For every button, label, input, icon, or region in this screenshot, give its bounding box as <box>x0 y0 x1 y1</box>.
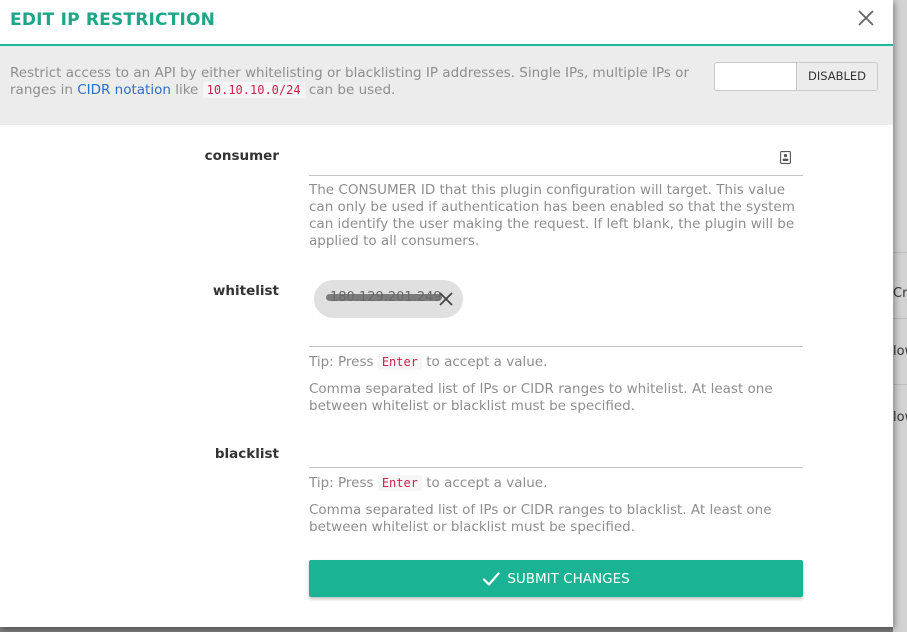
bg-divider <box>893 384 907 385</box>
blacklist-label: blacklist <box>214 446 279 462</box>
close-icon <box>858 10 874 26</box>
enter-key: Enter <box>377 354 422 370</box>
submit-changes-button[interactable]: SUBMIT CHANGES <box>309 560 803 597</box>
plugin-description-band: Restrict access to an API by either whit… <box>0 46 893 125</box>
bg-text-fragment: Cre <box>893 286 907 301</box>
check-icon <box>483 571 500 586</box>
cidr-notation-link[interactable]: CIDR notation <box>77 82 171 98</box>
tip-text: Tip: Press <box>309 354 378 370</box>
description-text: like <box>170 82 203 98</box>
blacklist-help-text: Comma separated list of IPs or CIDR rang… <box>309 502 772 535</box>
consumer-label: consumer <box>204 148 279 164</box>
tip-text: to accept a value. <box>421 354 548 370</box>
whitelist-tip: Tip: Press Enter to accept a value. <box>309 354 803 371</box>
tip-text: Tip: Press <box>309 475 378 491</box>
plugin-description: Restrict access to an API by either whit… <box>10 65 710 99</box>
edit-ip-restriction-modal: EDIT IP RESTRICTION Restrict access to a… <box>0 0 893 627</box>
bg-text-fragment: low <box>893 344 907 359</box>
bg-text-fragment: low <box>893 410 907 425</box>
whitelist-label: whitelist <box>212 283 279 299</box>
blacklist-tip: Tip: Press Enter to accept a value. <box>309 475 803 492</box>
whitelist-help-text: Comma separated list of IPs or CIDR rang… <box>309 381 773 414</box>
submit-content: SUBMIT CHANGES <box>309 560 803 597</box>
blacklist-input[interactable] <box>309 436 803 468</box>
background-page: Cre low low <box>893 0 907 632</box>
enabled-toggle[interactable]: DISABLED <box>714 62 878 91</box>
cidr-example-code: 10.10.10.0/24 <box>202 82 305 98</box>
submit-label: SUBMIT CHANGES <box>507 570 630 587</box>
bg-divider <box>893 252 907 253</box>
contact-card-icon[interactable] <box>780 151 791 164</box>
whitelist-chip: 180.129.201.249 <box>314 280 463 318</box>
toggle-disabled-label: DISABLED <box>796 63 877 90</box>
tip-text: to accept a value. <box>421 475 548 491</box>
description-text: can be used. <box>304 82 396 98</box>
bg-divider <box>893 318 907 319</box>
remove-chip-icon[interactable] <box>438 291 454 307</box>
consumer-help-text: The CONSUMER ID that this plugin configu… <box>309 182 795 249</box>
modal-header: EDIT IP RESTRICTION <box>0 0 893 46</box>
modal-title: EDIT IP RESTRICTION <box>10 10 216 30</box>
enter-key: Enter <box>377 475 422 491</box>
redaction-mark <box>326 294 442 301</box>
close-button[interactable] <box>856 8 876 28</box>
consumer-input[interactable] <box>309 140 803 176</box>
